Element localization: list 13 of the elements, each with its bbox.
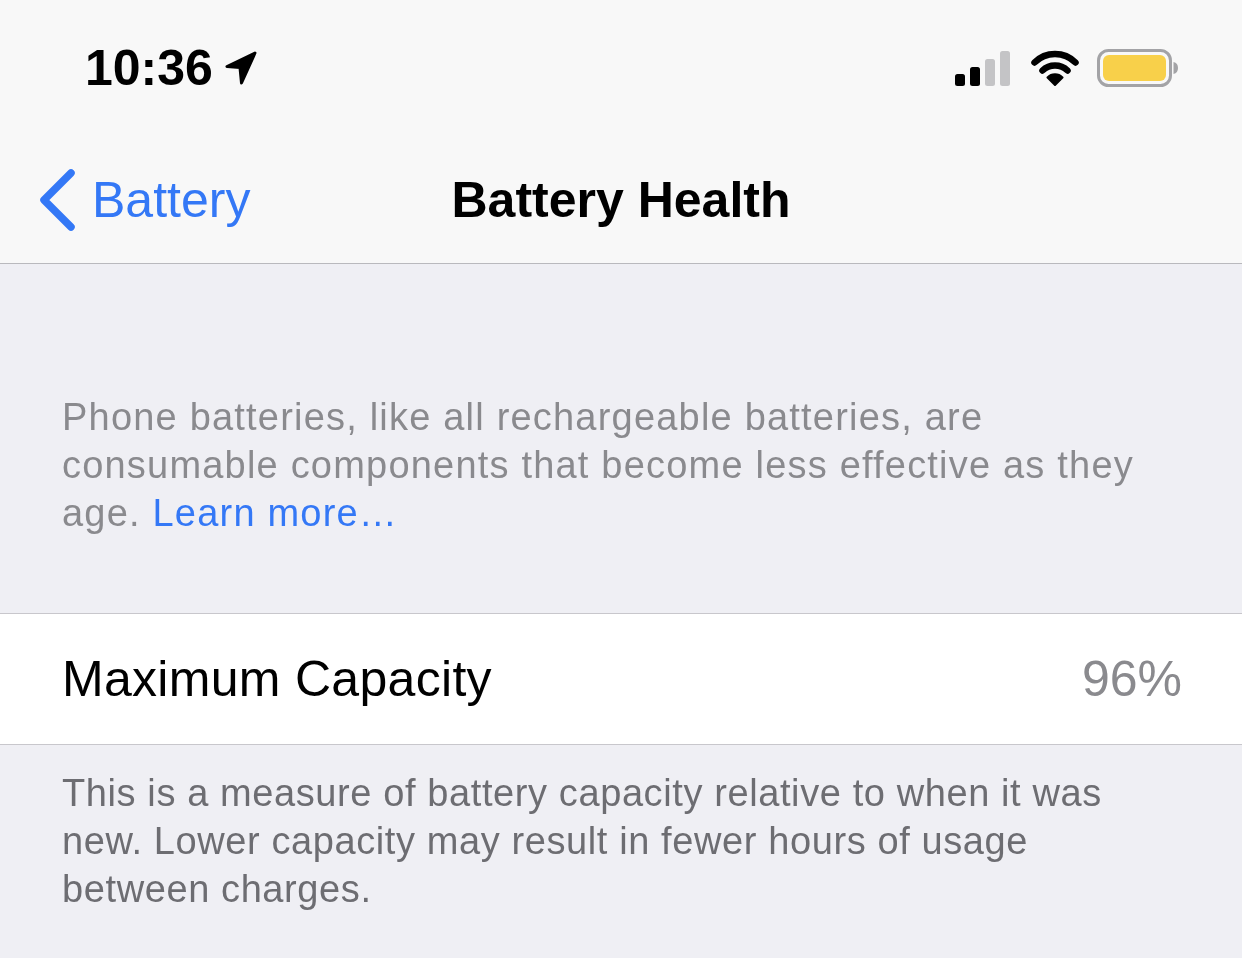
footer-note: This is a measure of battery capacity relative to when it was new. Lower capacity may result in fewer hours of usage between charges. <box>62 771 1103 912</box>
battery-icon <box>1097 49 1178 87</box>
intro-paragraph: Phone batteries, like all rechargeable batteries, are consumable components that become less effective as they age. Learn more… <box>62 395 1135 536</box>
row-label: Maximum Capacity <box>62 650 492 708</box>
location-arrow-icon <box>224 51 257 85</box>
status-time: 10:36 <box>85 39 213 97</box>
page-title: Battery Health <box>451 170 791 229</box>
back-chevron-icon <box>38 167 76 232</box>
back-button[interactable]: Battery <box>38 167 251 232</box>
signal-icon <box>955 50 1010 86</box>
row-value: 96% <box>1081 650 1182 708</box>
learn-more-link[interactable]: Learn more… <box>152 492 399 534</box>
wifi-icon <box>1031 50 1079 86</box>
